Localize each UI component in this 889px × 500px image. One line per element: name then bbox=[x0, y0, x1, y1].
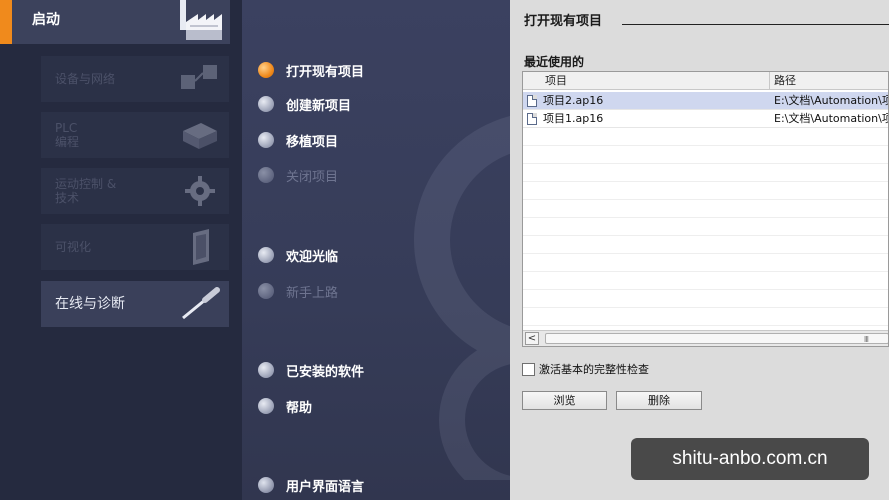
menu-first-steps: 新手上路 bbox=[258, 281, 338, 301]
menu-installed-software[interactable]: 已安装的软件 bbox=[258, 360, 364, 380]
panel-title: 打开现有项目 bbox=[524, 14, 603, 29]
bullet-icon bbox=[258, 247, 274, 263]
menu-label: 关闭项目 bbox=[286, 169, 339, 185]
menu-label: 帮助 bbox=[286, 400, 313, 416]
menu-help[interactable]: 帮助 bbox=[258, 396, 312, 416]
menu-label: 打开现有项目 bbox=[286, 64, 365, 80]
tile-label: 设备与网络 bbox=[55, 72, 116, 86]
scroll-thumb[interactable]: III bbox=[545, 333, 888, 344]
menu-label: 已安装的软件 bbox=[286, 364, 365, 380]
gear-watermark-icon bbox=[414, 116, 510, 480]
tile-plc-programming: PLC 编程 bbox=[41, 112, 229, 158]
empty-row bbox=[523, 200, 888, 218]
bullet-disabled-icon bbox=[258, 167, 274, 183]
tile-label: 可视化 bbox=[55, 240, 92, 254]
cell-path: E:\文档\Automation\项 bbox=[774, 112, 889, 125]
open-project-panel: 打开现有项目 最近使用的 项目 路径 项目2.ap16 E:\文档\Automa… bbox=[510, 0, 889, 500]
browse-button[interactable]: 浏览 bbox=[522, 391, 607, 410]
action-menu: 打开现有项目 创建新项目 移植项目 关闭项目 欢迎光临 新手上路 已安装的软件 … bbox=[242, 0, 510, 500]
column-header-project[interactable]: 项目 bbox=[541, 72, 770, 90]
hmi-panel-icon bbox=[193, 229, 209, 265]
recent-projects-label: 最近使用的 bbox=[524, 55, 585, 69]
start-label: 启动 bbox=[32, 12, 60, 28]
screwdriver-icon bbox=[182, 287, 220, 320]
table-header: 项目 路径 bbox=[523, 72, 888, 90]
delete-button[interactable]: 删除 bbox=[616, 391, 702, 410]
table-row[interactable]: 项目1.ap16 E:\文档\Automation\项 bbox=[523, 110, 888, 128]
document-icon bbox=[527, 95, 537, 107]
column-header-path[interactable]: 路径 bbox=[770, 72, 888, 90]
integrity-check-label: 激活基本的完整性检查 bbox=[539, 363, 649, 376]
tile-online-diagnostics[interactable]: 在线与诊断 bbox=[41, 281, 229, 327]
network-icon bbox=[181, 65, 217, 89]
menu-open-project[interactable]: 打开现有项目 bbox=[258, 60, 364, 80]
tile-motion-technology: 运动控制 & 技术 bbox=[41, 168, 229, 214]
empty-row bbox=[523, 272, 888, 290]
gear-icon bbox=[185, 176, 215, 206]
globe-icon bbox=[258, 477, 274, 493]
empty-row bbox=[523, 290, 888, 308]
cell-path: E:\文档\Automation\项 bbox=[774, 94, 889, 107]
table-row[interactable]: 项目2.ap16 E:\文档\Automation\项 bbox=[523, 92, 888, 110]
cell-project: 项目1.ap16 bbox=[543, 112, 604, 125]
menu-label: 移植项目 bbox=[286, 134, 339, 150]
portal-sidebar: 启动 设备与网络 PLC 编程 运动控制 & 技术 可视化 在线与诊断 bbox=[0, 0, 242, 500]
empty-row bbox=[523, 236, 888, 254]
empty-row bbox=[523, 146, 888, 164]
cell-project: 项目2.ap16 bbox=[543, 94, 604, 107]
empty-row bbox=[523, 218, 888, 236]
tile-label: PLC 编程 bbox=[55, 121, 80, 149]
document-icon bbox=[527, 113, 537, 125]
bullet-disabled-icon bbox=[258, 283, 274, 299]
title-divider bbox=[622, 24, 889, 25]
bullet-icon bbox=[258, 362, 274, 378]
menu-label: 用户界面语言 bbox=[286, 479, 365, 495]
menu-label: 创建新项目 bbox=[286, 98, 352, 114]
watermark: shitu-anbo.com.cn bbox=[631, 438, 869, 480]
horizontal-scrollbar[interactable]: < III bbox=[523, 330, 888, 346]
menu-migrate-project[interactable]: 移植项目 bbox=[258, 130, 338, 150]
recent-projects-table: 项目 路径 项目2.ap16 E:\文档\Automation\项 项目1.ap… bbox=[522, 71, 889, 347]
bullet-icon bbox=[258, 398, 274, 414]
tile-label: 运动控制 & 技术 bbox=[55, 177, 117, 205]
empty-row bbox=[523, 164, 888, 182]
integrity-check-checkbox[interactable] bbox=[522, 362, 535, 376]
plc-icon bbox=[183, 123, 217, 149]
tile-label: 在线与诊断 bbox=[55, 296, 125, 312]
menu-ui-language[interactable]: 用户界面语言 bbox=[258, 475, 364, 495]
integrity-check-option[interactable]: 激活基本的完整性检查 bbox=[522, 361, 649, 377]
grip-icon: III bbox=[863, 335, 869, 344]
scroll-left-button[interactable]: < bbox=[525, 332, 539, 345]
factory-icon bbox=[180, 0, 222, 40]
menu-label: 新手上路 bbox=[286, 285, 339, 301]
menu-close-project: 关闭项目 bbox=[258, 165, 338, 185]
empty-row bbox=[523, 128, 888, 146]
bullet-selected-icon bbox=[258, 62, 274, 78]
start-tile[interactable]: 启动 bbox=[0, 0, 230, 44]
tile-devices-networks: 设备与网络 bbox=[41, 56, 229, 102]
start-accent bbox=[0, 0, 12, 44]
menu-create-project[interactable]: 创建新项目 bbox=[258, 94, 351, 114]
empty-row bbox=[523, 254, 888, 272]
menu-welcome[interactable]: 欢迎光临 bbox=[258, 245, 338, 265]
empty-row bbox=[523, 308, 888, 326]
bullet-icon bbox=[258, 96, 274, 112]
bullet-icon bbox=[258, 132, 274, 148]
tile-visualization: 可视化 bbox=[41, 224, 229, 270]
empty-row bbox=[523, 182, 888, 200]
menu-label: 欢迎光临 bbox=[286, 249, 339, 265]
